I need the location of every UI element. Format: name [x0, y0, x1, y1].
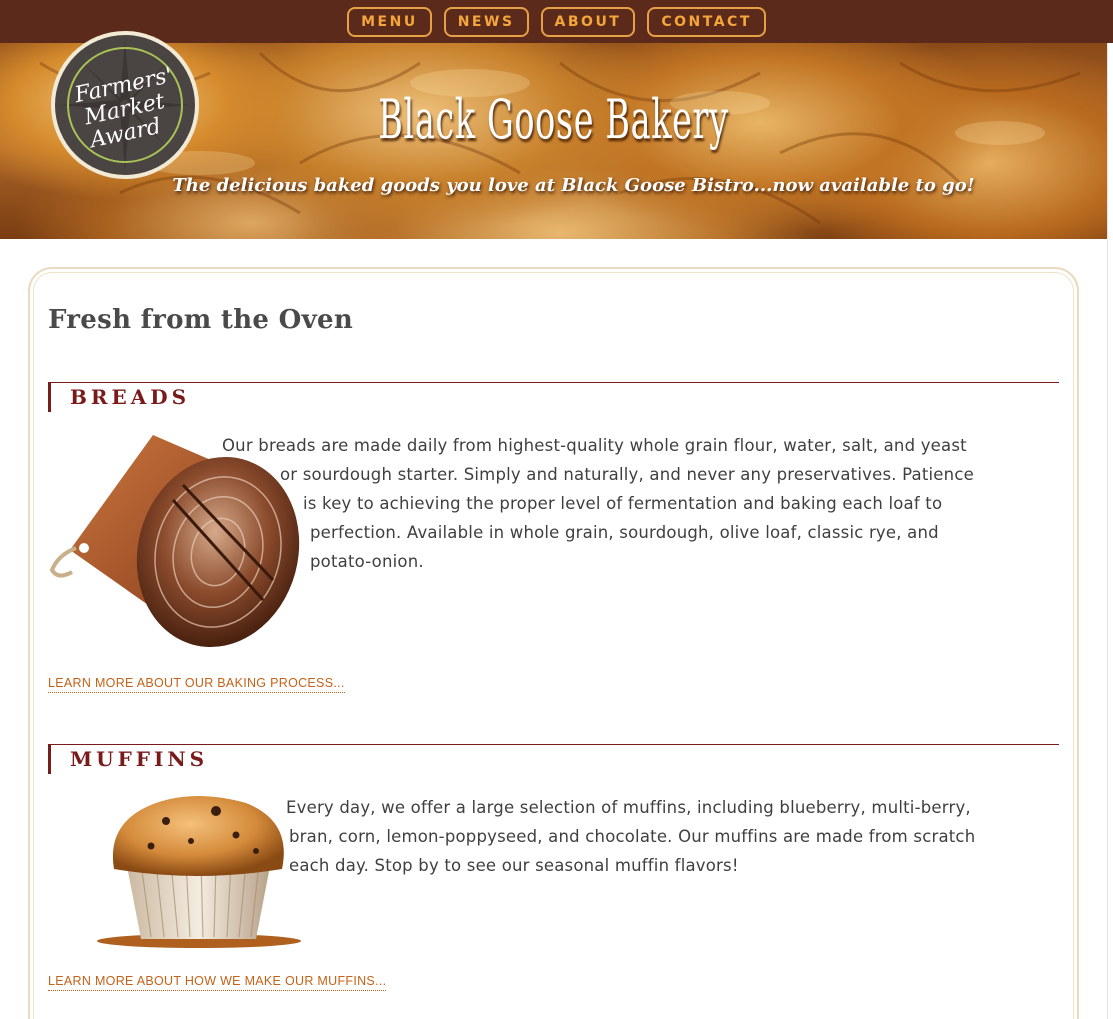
muffins-text-line: each day. Stop by to see our seasonal mu… [289, 856, 739, 875]
nav-contact-link[interactable]: CONTACT [647, 6, 766, 37]
nav-menu-link[interactable]: MENU [347, 6, 432, 37]
muffins-process-link[interactable]: LEARN MORE ABOUT HOW WE MAKE OUR MUFFINS… [48, 974, 387, 991]
muffins-heading-label: MUFFINS [70, 747, 209, 771]
breads-text-line: or sourdough starter. Simply and natural… [280, 465, 974, 484]
muffins-heading: MUFFINS [48, 744, 1059, 774]
breads-heading: BREADS [48, 382, 1059, 412]
farmers-market-award-badge: Farmers' Market Award [50, 30, 200, 180]
muffins-text-line: bran, corn, lemon-poppyseed, and chocola… [289, 827, 976, 846]
scrollbar[interactable] [1107, 43, 1113, 1019]
muffins-description: Every day, we offer a large selection of… [286, 793, 975, 880]
baking-process-link[interactable]: LEARN MORE ABOUT OUR BAKING PROCESS... [48, 676, 345, 693]
nav-about-link[interactable]: ABOUT [540, 6, 636, 37]
nav-news-link[interactable]: NEWS [443, 6, 529, 37]
breads-heading-label: BREADS [70, 385, 191, 409]
muffin-image [96, 791, 302, 951]
breads-description: Our breads are made daily from highest-q… [222, 431, 974, 576]
breads-text-line: Our breads are made daily from highest-q… [222, 436, 967, 455]
site-title: Black Goose Bakery [378, 88, 729, 151]
muffins-text-line: Every day, we offer a large selection of… [286, 798, 971, 817]
breads-text-line: is key to achieving the proper level of … [303, 494, 943, 513]
breads-text-line: potato-onion. [310, 552, 424, 571]
page-title: Fresh from the Oven [48, 305, 354, 335]
breads-text-line: perfection. Available in whole grain, so… [310, 523, 939, 542]
